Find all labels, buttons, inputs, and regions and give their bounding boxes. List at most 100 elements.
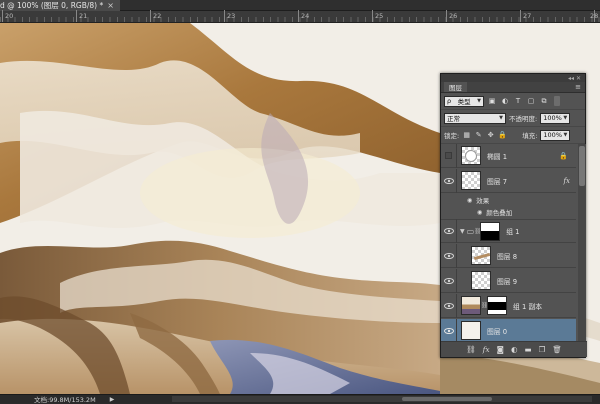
eye-icon[interactable]: ◉ [477, 209, 482, 216]
ruler-major-tick [298, 10, 299, 22]
scrollbar-thumb[interactable] [402, 397, 492, 401]
visibility-empty-box [445, 152, 452, 159]
ruler-number: 26 [449, 12, 458, 20]
ruler-ticks [0, 17, 600, 22]
layer-thumbnail [461, 171, 481, 190]
mask-black-area [488, 302, 506, 310]
eye-icon[interactable] [441, 243, 457, 268]
layers-list: 椭圆 1 🔒 图层 7 fx ◉ 效果 ◉ 颜色叠加 ▼ ▭ ⛓ 组 1 图层 … [441, 143, 587, 343]
status-menu-arrow-icon[interactable]: ▶ [110, 396, 115, 403]
scrollbar-thumb[interactable] [579, 146, 585, 186]
chevron-down-icon: ▼ [477, 98, 481, 104]
link-layers-icon[interactable]: ⛓ [466, 345, 476, 354]
layer-row[interactable]: 图层 7 fx [441, 168, 576, 193]
ellipse-thumbnail-shape [465, 150, 477, 162]
group-row[interactable]: ▼ ▭ ⛓ 组 1 [441, 219, 576, 243]
filter-shape-icon[interactable]: ▢ [526, 96, 536, 106]
opacity-field[interactable]: 100% ▼ [540, 112, 571, 124]
layer-name[interactable]: 椭圆 1 [487, 151, 507, 161]
ruler-number: 22 [153, 12, 162, 20]
layer-name[interactable]: 图层 0 [487, 326, 507, 336]
effect-item-label: 颜色叠加 [486, 209, 513, 217]
layer-thumbnail [461, 321, 481, 340]
filter-toggle[interactable] [554, 96, 560, 106]
group-mask-thumbnail [480, 221, 501, 241]
eye-icon[interactable] [441, 318, 457, 343]
chevron-down-icon: ▼ [563, 132, 568, 138]
panel-collapse-controls[interactable]: ◂◂ ✕ [441, 74, 585, 82]
folder-icon: ▭ [466, 226, 475, 236]
eye-icon[interactable]: ◉ [467, 197, 472, 204]
ruler-major-tick [76, 10, 77, 22]
filter-kind-select[interactable]: ρ 类型 ▼ [444, 95, 484, 107]
layer-name[interactable]: 图层 9 [497, 276, 517, 286]
layers-panel-footer: ⛓ fx ◙ ◐ ▬ ❐ 🗑 [441, 341, 587, 357]
new-group-icon[interactable]: ▬ [525, 345, 532, 354]
lock-icon: 🔒 [559, 151, 568, 160]
chevron-down-icon[interactable]: ▼ [460, 228, 465, 235]
filter-kind-value: 类型 [457, 98, 471, 106]
blend-mode-select[interactable]: 正常 ▼ [444, 112, 506, 124]
delete-layer-icon[interactable]: 🗑 [552, 345, 562, 354]
document-tab-title: d @ 100% (图层 0, RGB/8) * [0, 0, 104, 10]
layer-thumbnail [461, 146, 481, 165]
layer-mask-thumbnail [487, 296, 507, 315]
eye-icon[interactable] [441, 219, 457, 243]
ruler-number: 20 [5, 12, 14, 20]
ruler-major-tick [2, 10, 3, 22]
layer-name[interactable]: 图层 8 [497, 251, 517, 261]
layer-name[interactable]: 图层 7 [487, 176, 507, 186]
filter-type-icon[interactable]: T [513, 96, 523, 106]
ruler-major-tick [150, 10, 151, 22]
tab-layers[interactable]: 图层 [444, 82, 467, 92]
chevron-down-icon: ▼ [563, 115, 568, 121]
ruler-number: 23 [227, 12, 236, 20]
panel-menu-icon[interactable]: ≡ [575, 83, 581, 91]
layer-filter-row: ρ 类型 ▼ ▣ ◐ T ▢ ⧉ [441, 93, 585, 110]
visibility-toggle-hidden[interactable] [441, 143, 457, 168]
layers-vertical-scrollbar[interactable] [578, 144, 586, 342]
eye-icon[interactable] [441, 268, 457, 293]
lock-transparency-icon[interactable]: ▦ [462, 131, 471, 140]
opacity-value: 100% [543, 114, 562, 122]
ruler-number: 27 [523, 12, 532, 20]
lock-fill-row: 锁定: ▦ ✎ ✥ 🔒 填充: 100% ▼ [441, 127, 585, 144]
filter-adjustment-icon[interactable]: ◐ [500, 96, 510, 106]
filter-prefix-icon: ρ [447, 97, 452, 105]
document-tab[interactable]: d @ 100% (图层 0, RGB/8) * × [0, 0, 120, 11]
horizontal-scrollbar[interactable] [172, 396, 592, 402]
layer-thumbnail [461, 296, 481, 315]
add-layer-style-icon[interactable]: fx [483, 345, 490, 354]
new-adjustment-layer-icon[interactable]: ◐ [511, 345, 518, 354]
layer-thumbnail [471, 246, 491, 265]
status-bar: 文档:99.8M/153.2M ▶ [0, 394, 600, 404]
ruler-major-tick [446, 10, 447, 22]
layer-name[interactable]: 组 1 副本 [513, 301, 542, 311]
layer-row-selected[interactable]: 图层 0 [441, 318, 576, 343]
filter-smartobject-icon[interactable]: ⧉ [539, 96, 549, 106]
eye-icon[interactable] [441, 293, 457, 318]
new-layer-icon[interactable]: ❐ [539, 345, 546, 354]
layer-row[interactable]: ⛓ 组 1 副本 [441, 293, 576, 318]
effects-label: 效果 [476, 197, 490, 205]
chevron-down-icon: ▼ [499, 115, 503, 121]
thumbnail-stroke [473, 252, 490, 261]
ruler-number: 28 [590, 12, 599, 20]
layer-effects-icon[interactable]: fx [563, 177, 570, 185]
layers-panel: ◂◂ ✕ 图层 ≡ ρ 类型 ▼ ▣ ◐ T ▢ ⧉ 正常 ▼ 不透明度: 10… [440, 73, 587, 358]
filter-pixel-icon[interactable]: ▣ [487, 96, 497, 106]
layer-row[interactable]: 图层 8 [441, 243, 576, 268]
layer-row[interactable]: 图层 9 [441, 268, 576, 293]
close-icon[interactable]: × [107, 1, 114, 10]
layer-name[interactable]: 组 1 [506, 226, 519, 236]
layer-effects-row[interactable]: ◉ 效果 [441, 194, 576, 206]
effect-item-row[interactable]: ◉ 颜色叠加 [441, 206, 576, 218]
lock-all-icon[interactable]: 🔒 [498, 131, 507, 140]
fill-field[interactable]: 100% ▼ [540, 129, 571, 141]
add-mask-icon[interactable]: ◙ [497, 345, 504, 354]
eye-icon[interactable] [441, 168, 457, 193]
layer-row[interactable]: 椭圆 1 🔒 [441, 143, 576, 168]
ruler-number: 21 [79, 12, 88, 20]
lock-image-icon[interactable]: ✎ [474, 131, 483, 140]
lock-position-icon[interactable]: ✥ [486, 131, 495, 140]
